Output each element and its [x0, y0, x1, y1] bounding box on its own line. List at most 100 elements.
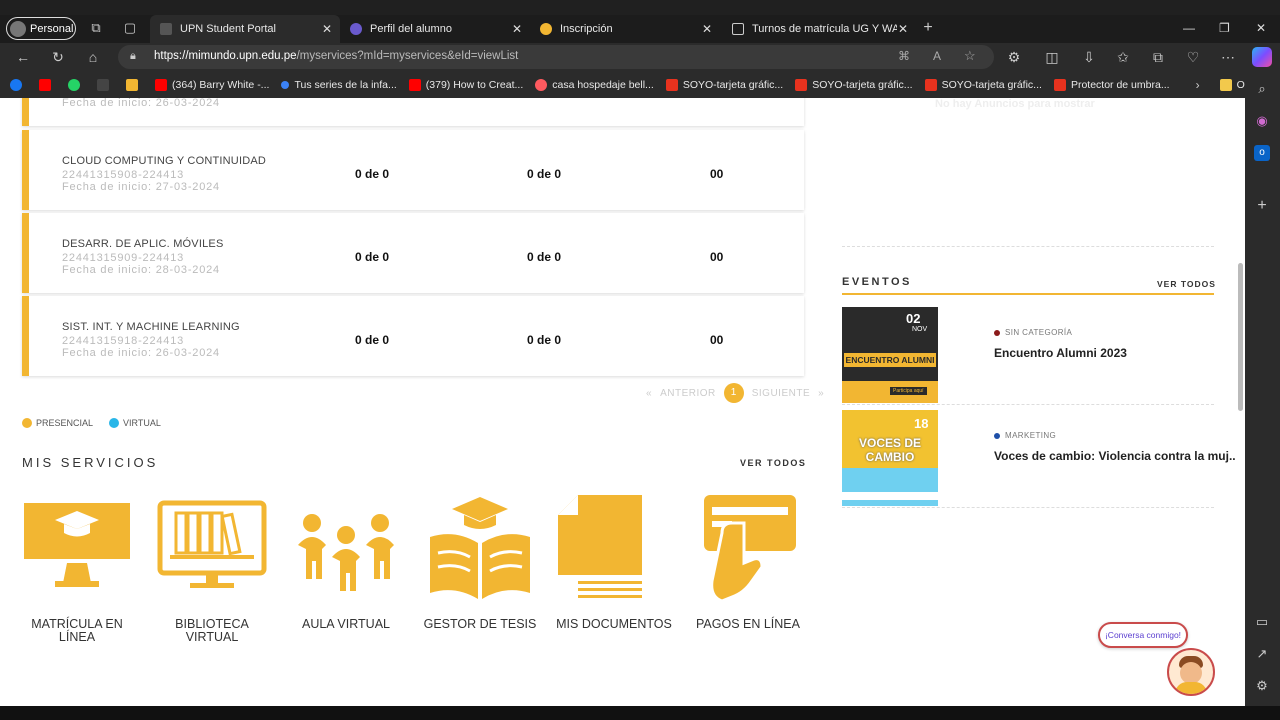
bookmark-soyo-3[interactable]: SOYO-tarjeta gráfic...: [924, 78, 1042, 91]
bookmark-whatsapp[interactable]: [68, 78, 85, 91]
close-tab-icon[interactable]: ✕: [512, 22, 522, 36]
bookmark-protector[interactable]: Protector de umbra...: [1053, 78, 1170, 91]
url-input[interactable]: 🔒︎ https://mimundo.upn.edu.pe/myservices…: [118, 45, 994, 69]
bookmarks-bar: (364) Barry White -... Tus series de la …: [0, 71, 1280, 98]
service-label: MATRÍCULA EN LÍNEA: [31, 617, 123, 644]
tab-actions-icon[interactable]: ▢: [122, 20, 138, 36]
bookmark-label: SOYO-tarjeta gráfic...: [682, 78, 784, 91]
close-tab-icon[interactable]: ✕: [702, 22, 712, 36]
copilot-icon[interactable]: ◉: [1254, 113, 1270, 129]
add-icon[interactable]: +: [1254, 197, 1270, 214]
pager-prev[interactable]: ANTERIOR: [660, 388, 716, 399]
close-window-icon[interactable]: ✕: [1256, 21, 1266, 35]
course-value-2: 0 de 0: [527, 167, 562, 181]
open-external-icon[interactable]: ↗: [1254, 646, 1270, 662]
category-dot: [994, 329, 1000, 336]
performance-icon[interactable]: ♡: [1184, 49, 1202, 66]
service-gestor-tesis[interactable]: GESTOR DE TESIS: [420, 493, 540, 643]
bookmark-chart[interactable]: [126, 78, 143, 91]
pager-current-page[interactable]: 1: [723, 383, 744, 403]
bookmark-series[interactable]: Tus series de la infa...: [281, 79, 397, 91]
card-payment-icon: [704, 495, 796, 603]
chat-bubble[interactable]: ¡Conversa conmigo!: [1098, 622, 1188, 648]
scrollbar-thumb[interactable]: [1238, 263, 1243, 411]
translate-icon[interactable]: ⌘: [898, 49, 910, 63]
services-ver-todos-link[interactable]: VER TODOS: [740, 458, 806, 468]
sidebar-toggle-icon[interactable]: ▭: [1254, 614, 1270, 630]
event-title[interactable]: Encuentro Alumni 2023: [994, 346, 1127, 360]
bookmark-site[interactable]: [97, 78, 114, 91]
event-thumbnail[interactable]: 18 VOCES DE CAMBIO: [842, 410, 938, 506]
site-icon: [281, 80, 290, 89]
chevron-left-icon[interactable]: «: [646, 388, 652, 399]
bookmark-label: (364) Barry White -...: [172, 78, 270, 91]
refresh-icon[interactable]: ↻: [49, 49, 67, 66]
course-card[interactable]: Fecha de inicio: 26-03-2024: [22, 98, 804, 126]
tab-perfil[interactable]: Perfil del alumno ✕: [340, 15, 530, 43]
course-value-1: 0 de 0: [355, 167, 390, 181]
service-biblioteca[interactable]: BIBLIOTECA VIRTUAL: [152, 493, 272, 644]
copilot-icon[interactable]: [1252, 47, 1272, 67]
outlook-icon[interactable]: o: [1254, 145, 1270, 161]
bookmark-label: SOYO-tarjeta gráfic...: [941, 78, 1042, 91]
presencial-dot: [22, 418, 32, 428]
event-title[interactable]: Voces de cambio: Violencia contra la muj…: [994, 449, 1239, 463]
url-path: /myservices?mId=myservices&eId=viewList: [296, 50, 519, 62]
search-icon[interactable]: ⌕: [1254, 81, 1270, 97]
bookmark-barry-white[interactable]: (364) Barry White -...: [155, 78, 270, 91]
legend-presencial: PRESENCIAL: [36, 418, 94, 428]
tab-inscripcion[interactable]: Inscripción ✕: [530, 15, 720, 43]
service-pagos-en-linea[interactable]: PAGOS EN LÍNEA: [688, 493, 808, 643]
collections-icon[interactable]: ⧉: [1149, 49, 1167, 66]
tab-turnos[interactable]: Turnos de matrícula UG Y WA 20 ✕: [722, 15, 918, 43]
workspaces-icon[interactable]: ⧉: [88, 20, 104, 36]
course-card[interactable]: DESARR. DE APLIC. MÓVILES 22441315909-22…: [22, 213, 804, 293]
course-name: DESARR. DE APLIC. MÓVILES: [62, 238, 224, 250]
profile-button[interactable]: Personal: [6, 17, 76, 40]
favorites-icon[interactable]: ✩: [1114, 49, 1132, 66]
restore-icon[interactable]: ❐: [1219, 21, 1230, 35]
events-ver-todos-link[interactable]: VER TODOS: [1157, 279, 1216, 289]
service-mis-documentos[interactable]: MIS DOCUMENTOS: [554, 493, 674, 643]
home-icon[interactable]: ⌂: [84, 49, 102, 65]
downloads-icon[interactable]: ⇩: [1080, 49, 1098, 66]
bookmark-casa[interactable]: casa hospedaje bell...: [535, 78, 654, 91]
settings-gear-icon[interactable]: ⚙: [1254, 678, 1270, 694]
tab-title: Inscripción: [560, 23, 613, 35]
course-card[interactable]: CLOUD COMPUTING Y CONTINUIDAD 2244131590…: [22, 130, 804, 210]
youtube-icon: [39, 78, 51, 91]
pager-next[interactable]: SIGUIENTE: [752, 388, 810, 399]
favorite-star-icon[interactable]: ☆: [964, 48, 976, 64]
bookmark-how-to[interactable]: (379) How to Creat...: [408, 78, 523, 91]
more-icon[interactable]: ⋯: [1219, 49, 1237, 66]
course-date: Fecha de inicio: 26-03-2024: [62, 98, 220, 109]
bookmark-facebook[interactable]: [10, 78, 27, 91]
events-title: EVENTOS: [842, 276, 912, 288]
thumb-day: 18: [914, 416, 929, 431]
bookmark-youtube[interactable]: [39, 78, 56, 91]
back-icon[interactable]: ←: [14, 49, 32, 65]
event-thumbnail[interactable]: 02 NOV ENCUENTRO ALUMNI Participa aquí: [842, 307, 938, 403]
page-scrollbar[interactable]: [1236, 98, 1245, 706]
extensions-icon[interactable]: ⚙: [1005, 49, 1023, 66]
new-tab-icon[interactable]: +: [920, 20, 936, 36]
chevron-right-icon[interactable]: ›: [1196, 78, 1200, 92]
tab-upn-portal[interactable]: UPN Student Portal ✕: [150, 15, 340, 43]
service-aula-virtual[interactable]: AULA VIRTUAL: [286, 493, 406, 643]
airbnb-icon: [535, 78, 548, 91]
youtube-icon: [155, 78, 167, 91]
bookmark-soyo-1[interactable]: SOYO-tarjeta gráfic...: [665, 78, 784, 91]
service-matricula[interactable]: MATRÍCULA EN LÍNEA: [17, 493, 137, 644]
minimize-icon[interactable]: —: [1183, 21, 1195, 35]
close-tab-icon[interactable]: ✕: [322, 22, 332, 36]
split-screen-icon[interactable]: ◫: [1043, 49, 1061, 66]
bookmark-soyo-2[interactable]: SOYO-tarjeta gráfic...: [795, 78, 913, 91]
course-code: 22441315918-224413: [62, 335, 185, 347]
read-aloud-icon[interactable]: A: [933, 49, 941, 63]
chat-avatar[interactable]: [1167, 648, 1215, 696]
close-tab-icon[interactable]: ✕: [898, 22, 908, 36]
course-card[interactable]: SIST. INT. Y MACHINE LEARNING 2244131591…: [22, 296, 804, 376]
book-graduation-icon: [430, 497, 530, 599]
course-value-3: 00: [710, 167, 724, 181]
chevron-right-icon[interactable]: »: [818, 388, 824, 399]
